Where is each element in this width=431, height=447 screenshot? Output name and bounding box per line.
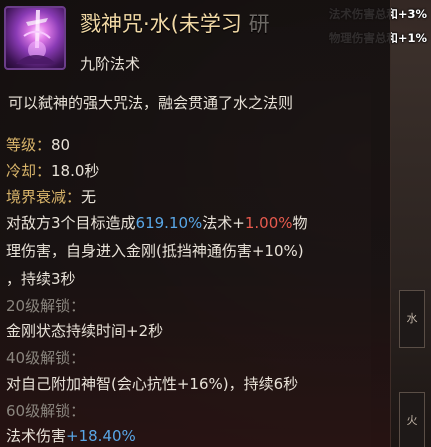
stat-cooldown-label: 冷却： [6, 162, 52, 180]
side-slot-water[interactable]: 水 [399, 290, 425, 348]
effect-line-2: 理伤害，自身进入金刚(抵挡神通伤害+10%) [6, 242, 304, 260]
unlock-20-text: 金刚状态持续时间+2秒 [6, 322, 164, 340]
stat-decay-value: 无 [81, 188, 97, 206]
stat-level-label: 等级： [6, 136, 52, 154]
skill-tooltip: 戮神咒·水(未学习 研 九阶法术 可以弑神的强大咒法，融会贯通了水之法则 等级：… [0, 0, 391, 447]
stat-level: 等级：80 [6, 134, 70, 155]
stat-cooldown-value: 18.0秒 [51, 162, 100, 180]
effect-text: 对敌方3个目标造成 [6, 214, 136, 232]
effect-line-1: 对敌方3个目标造成619.10%法术+1.00%物 [6, 212, 308, 233]
skill-icon [4, 6, 66, 70]
unlock-40-label: 40级解锁： [6, 349, 86, 367]
stat-decay: 境界衰减：无 [6, 186, 96, 207]
effect-text: 法术+ [202, 214, 245, 232]
unlock-20-label: 20级解锁： [6, 297, 86, 315]
game-scene: 水 火 法术伤害总和+3% 物理伤害总和+1% 戮神咒·水(未学习 研 九阶法术… [0, 0, 431, 447]
stat-cooldown: 冷却：18.0秒 [6, 160, 99, 181]
effect-line-3: ，持续3秒 [6, 270, 76, 288]
skill-description: 可以弑神的强大咒法，融会贯通了水之法则 [8, 94, 294, 112]
stat-decay-label: 境界衰减： [6, 188, 82, 206]
skill-title-main: 戮神咒·水(未学习 [80, 12, 242, 36]
unlock-60-prefix: 法术伤害 [6, 427, 67, 445]
side-slot-fire[interactable]: 火 [399, 392, 425, 447]
stat-level-value: 80 [51, 136, 71, 154]
unlock-40-text: 对自己附加神智(会心抗性+16%)，持续6秒 [6, 375, 299, 393]
effect-text: 物 [292, 214, 308, 232]
side-slot-label: 水 [406, 312, 418, 325]
skill-title-overflow: 研 [248, 12, 270, 36]
skill-title: 戮神咒·水(未学习 研 [80, 8, 270, 38]
effect-physical-percent: 1.00% [244, 214, 293, 232]
unlock-60-label: 60级解锁： [6, 402, 86, 420]
unlock-60-text: 法术伤害+18.40% [6, 425, 136, 446]
side-slot-label: 火 [406, 414, 418, 427]
effect-magic-percent: 619.10% [135, 214, 203, 232]
skill-rank: 九阶法术 [80, 55, 141, 73]
unlock-60-value: +18.40% [66, 427, 136, 445]
